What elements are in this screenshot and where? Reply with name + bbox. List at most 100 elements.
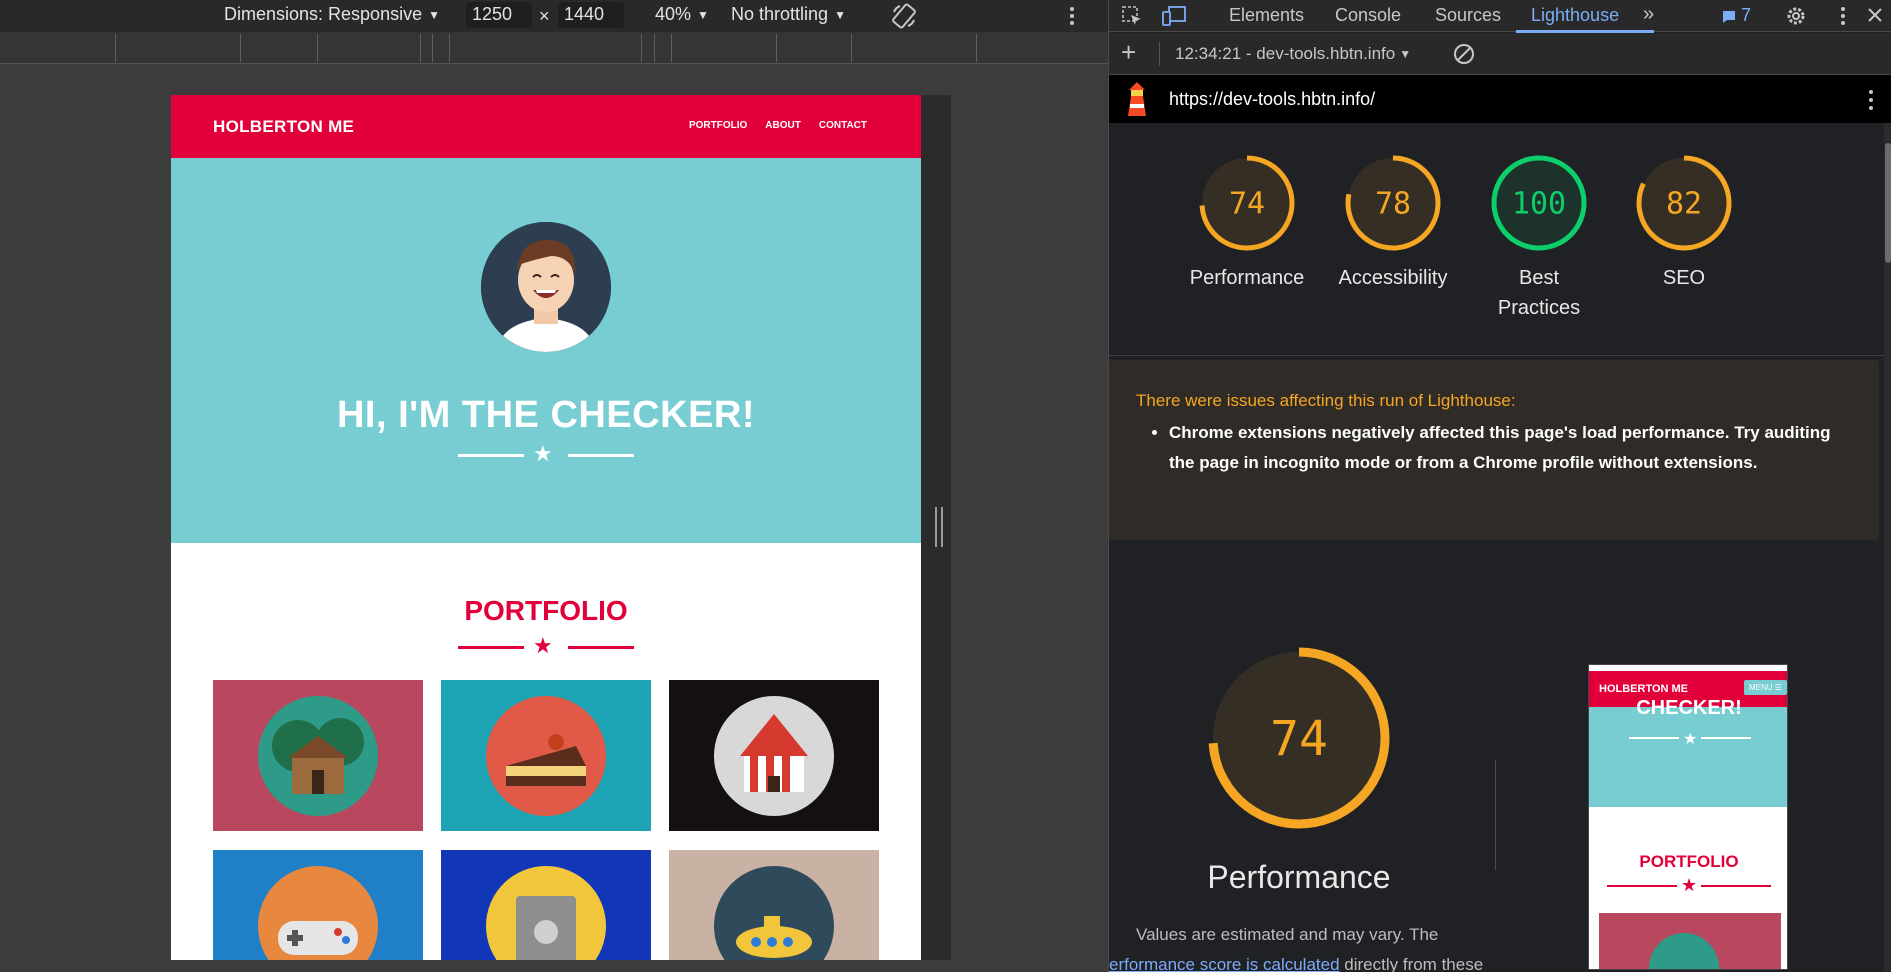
dimensions-label: Dimensions: Responsive — [224, 4, 423, 24]
avatar — [481, 222, 611, 352]
tab-lighthouse[interactable]: Lighthouse — [1531, 5, 1619, 26]
device-toggle-icon[interactable] — [1161, 5, 1187, 27]
hero-title: HI, I'M THE CHECKER! — [336, 394, 756, 436]
score-value: 78 — [1375, 187, 1411, 222]
score-value: 100 — [1512, 187, 1566, 222]
inspect-element-icon[interactable] — [1121, 5, 1143, 27]
performance-heading: Performance — [1207, 859, 1391, 895]
hero-section: HI, I'M THE CHECKER! ★ — [171, 158, 921, 543]
portfolio-tile-gamepad[interactable] — [213, 850, 423, 960]
tab-sources[interactable]: Sources — [1435, 5, 1501, 26]
divider — [1109, 355, 1884, 356]
report-scrollbar[interactable] — [1884, 123, 1891, 972]
times-sign: × — [539, 6, 550, 26]
report-url[interactable]: https://dev-tools.hbtn.info/ — [1169, 89, 1375, 110]
star-icon: ★ — [533, 633, 553, 658]
chevron-down-icon: ▼ — [428, 7, 440, 22]
score-label: SEO — [1662, 267, 1706, 289]
zoom-dropdown[interactable]: 40% ▼ — [655, 4, 709, 25]
note-line-2: directly from these — [1339, 955, 1484, 972]
site-nav: PORTFOLIO ABOUT CONTACT — [689, 120, 867, 131]
star-icon: ★ — [1681, 875, 1698, 895]
rotate-icon[interactable] — [890, 2, 918, 30]
devtools-window: Dimensions: Responsive ▼ 1250 × 1440 40%… — [0, 0, 1891, 972]
score-value: 74 — [1229, 187, 1265, 222]
score-gauge-seo[interactable]: 82 SEO — [1624, 153, 1744, 293]
width-input[interactable]: 1250 — [466, 2, 532, 28]
final-screenshot-thumbnail[interactable]: HOLBERTON ME MENU ☰ CHECKER! ★ PORTFOLIO… — [1588, 664, 1788, 970]
chevron-down-icon: ▼ — [697, 7, 709, 22]
warning-box: There were issues affecting this run of … — [1109, 360, 1879, 540]
report-url-bar: https://dev-tools.hbtn.info/ — [1109, 75, 1891, 123]
score-gauge-best-practices[interactable]: 100 Best Practices — [1479, 153, 1599, 323]
close-icon[interactable] — [1867, 7, 1883, 23]
score-label: Accessibility — [1338, 267, 1448, 289]
tab-console[interactable]: Console — [1335, 5, 1401, 26]
score-gauge-performance[interactable]: 74 Performance — [1187, 153, 1307, 293]
score-gauge-accessibility[interactable]: 78 Accessibility — [1333, 153, 1453, 293]
star-icon: ★ — [533, 441, 553, 466]
dimensions-dropdown[interactable]: Dimensions: Responsive ▼ — [224, 4, 440, 25]
cake-icon — [486, 696, 606, 816]
chevron-down-icon: ▼ — [1399, 47, 1412, 61]
performance-note: Values are estimated and may vary. The e… — [1109, 920, 1509, 972]
resize-handle[interactable] — [935, 507, 943, 547]
score-value: 82 — [1666, 187, 1702, 222]
issues-count[interactable]: 7 — [1741, 5, 1751, 26]
portfolio-title: PORTFOLIO — [464, 595, 628, 626]
throttling-dropdown[interactable]: No throttling ▼ — [731, 4, 846, 25]
emulated-page[interactable]: HOLBERTON ME PORTFOLIO ABOUT CONTACT HI,… — [171, 95, 921, 960]
media-query-ruler[interactable] — [0, 32, 1108, 64]
more-options-icon[interactable] — [1068, 6, 1076, 26]
gamepad-icon — [258, 866, 378, 960]
thumb-menu-button: MENU ☰ — [1744, 680, 1787, 695]
nav-link-about[interactable]: ABOUT — [765, 120, 801, 131]
safe-icon — [486, 866, 606, 960]
thumb-logo: HOLBERTON ME — [1599, 683, 1689, 695]
portfolio-tile-cabin[interactable] — [213, 680, 423, 831]
more-tabs-icon[interactable]: » — [1643, 3, 1654, 26]
divider — [1495, 760, 1496, 870]
new-report-icon[interactable]: + — [1121, 37, 1136, 68]
report-selector[interactable]: 12:34:21 - dev-tools.hbtn.info ▼ — [1175, 44, 1411, 64]
warning-list: Chrome extensions negatively affected th… — [1169, 418, 1849, 478]
site-logo[interactable]: HOLBERTON ME — [213, 117, 354, 137]
throttling-label: No throttling — [731, 4, 829, 24]
hero-divider: ★ — [458, 441, 634, 466]
star-icon: ★ — [1683, 731, 1698, 748]
portfolio-tile-safe[interactable] — [441, 850, 651, 960]
height-input[interactable]: 1440 — [558, 2, 624, 28]
lighthouse-logo-icon — [1128, 82, 1146, 116]
warning-title: There were issues affecting this run of … — [1136, 391, 1516, 410]
report-selector-label: 12:34:21 - dev-tools.hbtn.info — [1175, 44, 1396, 63]
site-header: HOLBERTON ME PORTFOLIO ABOUT CONTACT — [171, 95, 921, 158]
clear-reports-icon[interactable] — [1453, 43, 1475, 65]
issues-icon[interactable] — [1721, 9, 1737, 25]
note-line-1: Values are estimated and may vary. The — [1136, 925, 1439, 944]
devtools-panel: Elements Console Sources Lighthouse » 7 … — [1108, 0, 1891, 972]
portfolio-tile-cake[interactable] — [441, 680, 651, 831]
portfolio-tile-circus[interactable] — [669, 680, 879, 831]
score-label: Performance — [1189, 267, 1305, 289]
device-toolbar: Dimensions: Responsive ▼ 1250 × 1440 40%… — [0, 0, 1108, 32]
tab-elements[interactable]: Elements — [1229, 5, 1304, 26]
report-menu-icon[interactable] — [1867, 89, 1875, 111]
score-calculation-link[interactable]: erformance score is calculated — [1109, 955, 1340, 972]
warning-item: Chrome extensions negatively affected th… — [1169, 418, 1849, 478]
more-options-icon[interactable] — [1839, 6, 1847, 26]
settings-gear-icon[interactable] — [1785, 5, 1807, 27]
performance-gauge-large[interactable]: 74 — [1204, 643, 1394, 838]
zoom-label: 40% — [655, 4, 692, 24]
nav-link-contact[interactable]: CONTACT — [819, 120, 867, 131]
devtools-tabbar: Elements Console Sources Lighthouse » 7 — [1109, 0, 1891, 33]
thumb-section-title: PORTFOLIO — [1639, 852, 1739, 871]
lighthouse-report[interactable]: 74 Performance 78 Accessibility 100 Best… — [1109, 123, 1884, 972]
lighthouse-toolbar: + 12:34:21 - dev-tools.hbtn.info ▼ — [1109, 33, 1891, 75]
submarine-icon — [714, 866, 834, 960]
thumb-hero-fragment: CHECKER! — [1636, 697, 1742, 719]
portfolio-divider: ★ — [458, 633, 634, 658]
score-value: 74 — [1270, 711, 1328, 767]
nav-link-portfolio[interactable]: PORTFOLIO — [689, 120, 747, 131]
circus-tent-icon — [714, 696, 834, 816]
portfolio-tile-submarine[interactable] — [669, 850, 879, 960]
